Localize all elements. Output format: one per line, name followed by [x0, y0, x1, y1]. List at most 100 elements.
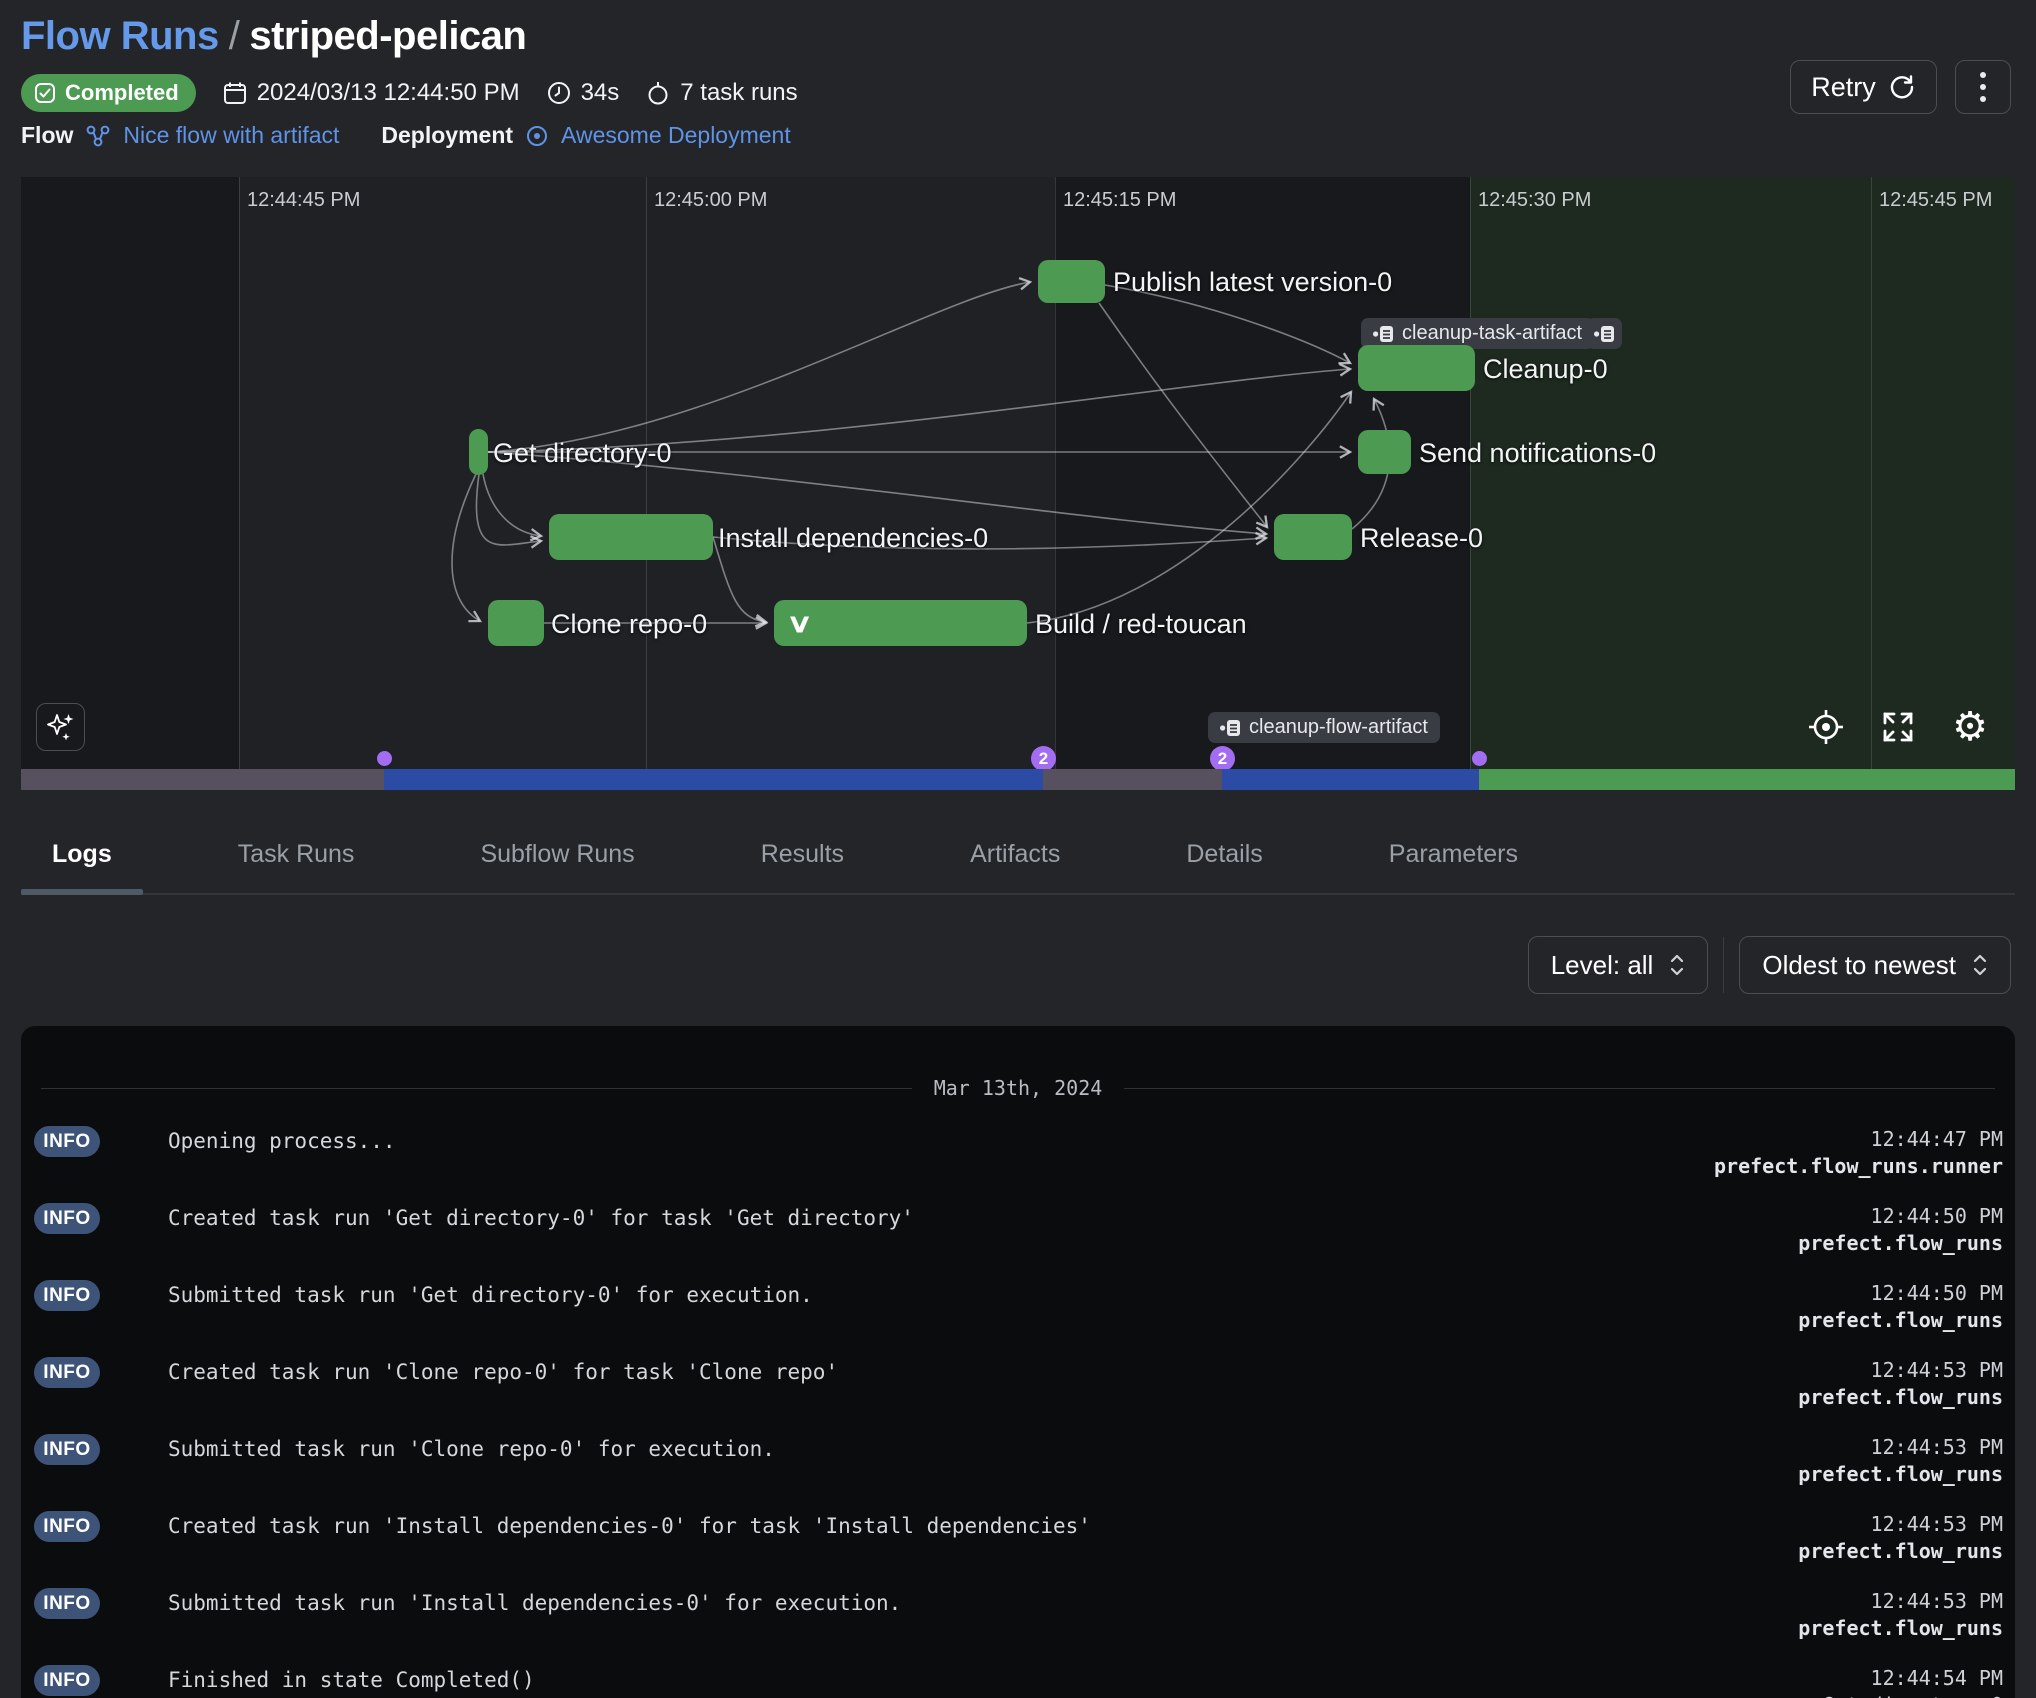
minimap-segment-paused: [1043, 769, 1222, 790]
subflow-node-build-red-toucan[interactable]: ∨: [774, 600, 1027, 646]
log-logger: prefect.flow_runs: [1798, 1616, 2003, 1640]
log-time: 12:44:50 PM: [1871, 1204, 2003, 1228]
tab-results[interactable]: Results: [730, 840, 875, 893]
deployment-name-link[interactable]: Awesome Deployment: [561, 122, 791, 149]
kebab-menu-icon: [1979, 70, 1987, 104]
logs-panel[interactable]: Mar 13th, 2024 INFO Opening process... 1…: [21, 1026, 2015, 1698]
deployment-icon: [525, 124, 549, 148]
breadcrumb-flow-runs-link[interactable]: Flow Runs: [21, 14, 219, 58]
retry-refresh-icon: [1888, 73, 1916, 101]
artifact-chip-mini[interactable]: [1587, 318, 1622, 349]
artifact-icon: [1220, 719, 1241, 737]
log-time: 12:44:47 PM: [1871, 1127, 2003, 1151]
log-level-badge: INFO: [34, 1280, 100, 1311]
retry-button[interactable]: Retry: [1790, 60, 1937, 114]
log-logger: prefect.flow_runs: [1798, 1385, 2003, 1409]
tab-artifacts[interactable]: Artifacts: [939, 840, 1091, 893]
task-node-cleanup[interactable]: [1358, 345, 1475, 391]
fullscreen-button[interactable]: [1877, 706, 1919, 748]
run-state-minimap[interactable]: [21, 769, 2015, 790]
start-time-value: 2024/03/13 12:44:50 PM: [257, 79, 520, 107]
sort-order-select[interactable]: Oldest to newest: [1739, 936, 2011, 994]
task-node-install-dependencies[interactable]: [549, 514, 713, 560]
task-node-get-directory[interactable]: [469, 429, 488, 475]
task-node-clone-repo[interactable]: [488, 600, 544, 646]
log-date: Mar 13th, 2024: [934, 1076, 1103, 1100]
task-node-label: Build / red-toucan: [1035, 609, 1247, 640]
log-message: Submitted task run 'Clone repo-0' for ex…: [168, 1437, 775, 1461]
clock-icon: [546, 80, 572, 106]
level-filter-select[interactable]: Level: all: [1528, 936, 1709, 994]
log-level-badge: INFO: [34, 1665, 100, 1696]
log-message: Submitted task run 'Install dependencies…: [168, 1591, 901, 1615]
graph-settings-button[interactable]: ⚙: [1949, 706, 1991, 748]
log-time: 12:44:53 PM: [1871, 1589, 2003, 1613]
task-run-count-value: 7 task runs: [680, 79, 797, 107]
graph-toolbar: ⚙: [1805, 706, 1991, 748]
ai-sparkles-button[interactable]: [36, 703, 85, 751]
recenter-button[interactable]: [1805, 706, 1847, 748]
log-message: Created task run 'Clone repo-0' for task…: [168, 1360, 838, 1384]
flow-name-link[interactable]: Nice flow with artifact: [123, 122, 339, 149]
event-dot[interactable]: [1472, 751, 1487, 766]
completed-check-icon: [34, 82, 56, 104]
start-time: 2024/03/13 12:44:50 PM: [222, 79, 520, 107]
log-logger: prefect.flow_runs: [1798, 1308, 2003, 1332]
crosshair-icon: [1806, 707, 1846, 747]
tab-parameters[interactable]: Parameters: [1358, 840, 1549, 893]
task-run-timeline-graph[interactable]: 12:44:45 PM 12:45:00 PM 12:45:15 PM 12:4…: [21, 177, 2015, 790]
log-message: Created task run 'Get directory-0' for t…: [168, 1206, 914, 1230]
event-dot-badge[interactable]: 2: [1031, 746, 1056, 771]
task-node-release[interactable]: [1274, 514, 1352, 560]
flow-label: Flow: [21, 122, 73, 149]
task-node-send-notifications[interactable]: [1358, 430, 1411, 474]
log-level-badge: INFO: [34, 1357, 100, 1388]
flow-deployment-row: Flow Nice flow with artifact Deployment …: [21, 122, 791, 149]
chevron-down-icon[interactable]: ∨: [786, 610, 813, 636]
page-title: striped-pelican: [249, 14, 526, 58]
artifact-icon: [1373, 325, 1394, 343]
task-node-publish-latest-version[interactable]: [1038, 260, 1105, 303]
task-node-label: Install dependencies-0: [718, 523, 988, 554]
log-level-badge: INFO: [34, 1203, 100, 1234]
status-badge: Completed: [21, 74, 196, 112]
duration-value: 34s: [581, 79, 620, 107]
tab-task-runs[interactable]: Task Runs: [207, 840, 386, 893]
task-node-label: Publish latest version-0: [1113, 267, 1392, 298]
filter-divider: [1723, 937, 1724, 993]
chevron-updown-icon: [1669, 952, 1685, 978]
duration: 34s: [546, 79, 620, 107]
header-actions: Retry: [1790, 60, 2011, 114]
log-logger: prefect.flow_runs.runner: [1714, 1154, 2003, 1178]
log-task-name: Get directory-0: [1822, 1693, 2003, 1698]
minimap-segment-scheduled: [21, 769, 384, 790]
event-dot[interactable]: [377, 751, 392, 766]
tab-details[interactable]: Details: [1155, 840, 1293, 893]
tab-subflow-runs[interactable]: Subflow Runs: [449, 840, 665, 893]
task-runs-icon: [645, 80, 671, 106]
artifact-chip-cleanup-flow[interactable]: cleanup-flow-artifact: [1208, 712, 1440, 743]
fullscreen-icon: [1881, 710, 1915, 744]
log-level-badge: INFO: [34, 1126, 100, 1157]
log-message: Opening process...: [168, 1129, 396, 1153]
tab-logs[interactable]: Logs: [21, 840, 143, 893]
log-level-badge: INFO: [34, 1511, 100, 1542]
log-logger: prefect.flow_runs: [1798, 1539, 2003, 1563]
more-actions-button[interactable]: [1955, 60, 2011, 114]
task-node-label: Cleanup-0: [1483, 354, 1608, 385]
log-logger: prefect.flow_runs: [1798, 1462, 2003, 1486]
event-dot-badge[interactable]: 2: [1210, 746, 1235, 771]
log-time: 12:44:54 PM: [1871, 1666, 2003, 1690]
log-message: Submitted task run 'Get directory-0' for…: [168, 1283, 813, 1307]
minimap-segment-running: [384, 769, 1043, 790]
flow-run-page: Flow Runs/striped-pelican Completed 2024…: [0, 0, 2036, 1698]
log-level-badge: INFO: [34, 1434, 100, 1465]
log-date-divider: Mar 13th, 2024: [41, 1076, 1995, 1100]
flow-icon: [85, 124, 111, 148]
log-time: 12:44:53 PM: [1871, 1435, 2003, 1459]
gear-icon: ⚙: [1952, 707, 1988, 747]
log-filters: Level: all Oldest to newest: [1528, 936, 2011, 994]
log-message: Created task run 'Install dependencies-0…: [168, 1514, 1091, 1538]
task-node-label: Get directory-0: [493, 438, 672, 469]
task-node-label: Clone repo-0: [551, 609, 707, 640]
